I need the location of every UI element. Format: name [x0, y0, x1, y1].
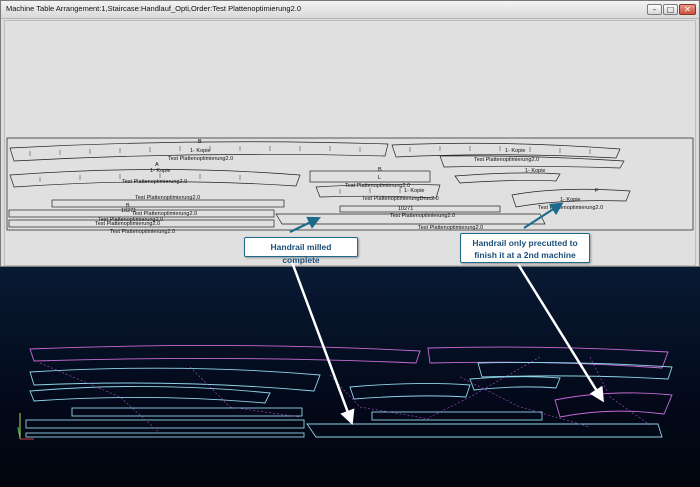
straight-part-4	[339, 205, 501, 213]
callout-handrail-milled: Handrail milled complete	[244, 237, 358, 265]
callout-text-line1: Handrail only precutted to	[472, 238, 578, 248]
part-label: Test Plattenoptimierung2.0	[418, 225, 483, 231]
part-label: Test PlattenoptimierungDruc2.0	[362, 196, 439, 202]
handrail-part-right-mid	[454, 172, 561, 184]
sim-part-center	[349, 382, 471, 400]
part-label: F	[595, 188, 599, 194]
callout-text-line2: finish it at a 2nd machine	[474, 250, 576, 260]
part-label: 1- Kopie	[150, 168, 171, 174]
part-label: Test Plattenoptimierung2.0	[110, 229, 175, 235]
sim-straight-2	[25, 419, 305, 429]
part-label: 1- Kopie	[505, 148, 526, 154]
part-label: Test Plattenoptimierung2.0	[345, 183, 410, 189]
stair-part-l	[309, 170, 431, 183]
sim-part-right-2	[469, 376, 561, 391]
part-label: Test Plattenoptimierung2.0	[135, 195, 200, 201]
nesting-layout-drawing: B 1- Kopie Test Plattenoptimierung2.0 A …	[6, 137, 694, 235]
sim-part-far-right	[554, 392, 673, 418]
part-label: Test Plattenoptimierung2.0	[122, 179, 187, 185]
screenshot-root: Machine Table Arrangement:1,Staircase:Ha…	[0, 0, 700, 487]
part-label: 1- Kopie	[525, 168, 546, 174]
sim-part-mid-left	[29, 367, 321, 392]
part-label: L	[378, 175, 381, 181]
callout-handrail-precut: Handrail only precutted to finish it at …	[460, 233, 590, 263]
part-label: 1- Kopie	[190, 148, 211, 154]
part-label: 1- Kopie	[404, 188, 425, 194]
part-label: Test Plattenoptimierung2.0	[474, 157, 539, 163]
part-label: B	[198, 139, 202, 145]
sim-part-mid-left-2	[29, 386, 271, 404]
part-label: Test Plattenoptimierung2.0	[390, 213, 455, 219]
toolpath-simulation-view	[0, 267, 700, 487]
part-label: Test Plattenoptimierung2.0	[168, 156, 233, 162]
part-label: 1- Kopie	[560, 197, 581, 203]
simulation-drawing	[17, 344, 673, 440]
part-label: Test Plattenoptimierung2.0	[538, 205, 603, 211]
sim-straight-4	[306, 423, 663, 438]
part-label: 10271	[398, 206, 413, 212]
straight-part-1	[51, 199, 285, 208]
sim-straight-5	[25, 432, 305, 438]
part-label: Test Plattenoptimierung2.0	[95, 221, 160, 227]
sim-straight-1	[71, 407, 303, 417]
part-label: B	[378, 167, 382, 173]
sim-part-top-left	[29, 344, 421, 364]
